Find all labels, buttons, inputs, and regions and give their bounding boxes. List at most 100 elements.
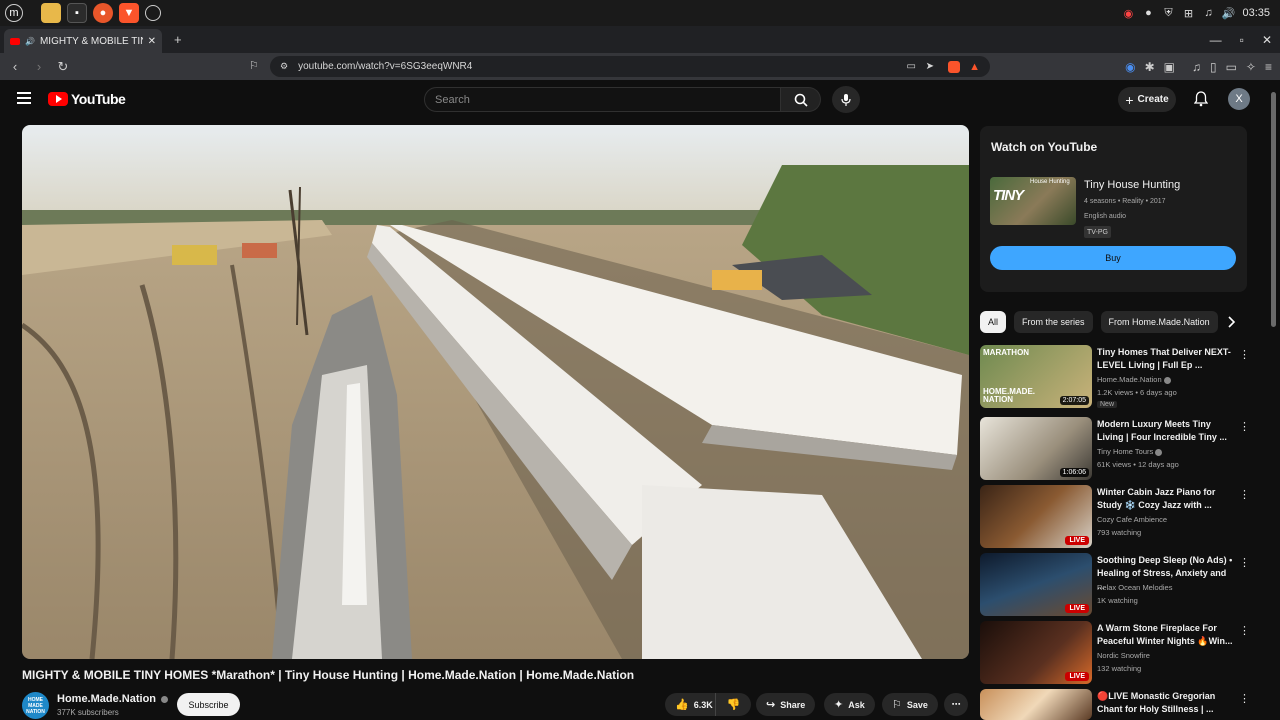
reload-icon[interactable]: ↻ bbox=[54, 58, 72, 76]
extensions-icon[interactable]: ✱ bbox=[1145, 60, 1155, 74]
close-tab-icon[interactable]: ✕ bbox=[148, 36, 156, 47]
video-thumbnail[interactable]: LIVE bbox=[980, 553, 1092, 616]
video-thumbnail[interactable]: 1:06:06 bbox=[980, 417, 1092, 480]
video-thumbnail[interactable]: LIVE bbox=[980, 621, 1092, 684]
firefox-icon[interactable]: ● bbox=[93, 3, 113, 23]
menu-icon[interactable]: ≡ bbox=[1265, 60, 1272, 74]
rec-channel[interactable]: Tiny Home Tours bbox=[1097, 447, 1163, 456]
live-badge: LIVE bbox=[1065, 604, 1089, 613]
more-vertical-icon[interactable]: ⋮ bbox=[1239, 556, 1250, 569]
clock[interactable]: 03:35 bbox=[1242, 7, 1270, 19]
list-item[interactable]: 1:06:06 Modern Luxury Meets Tiny Living … bbox=[980, 417, 1250, 480]
maximize-icon[interactable]: ▫ bbox=[1240, 33, 1244, 47]
account-avatar[interactable]: X bbox=[1228, 88, 1250, 110]
address-bar[interactable]: ⚙ youtube.com/watch?v=6SG3eeqWNR4 ▭ ➤ ▲ bbox=[270, 56, 990, 77]
save-label: Save bbox=[906, 699, 928, 710]
app-icon[interactable] bbox=[145, 5, 161, 21]
rec-title[interactable]: Winter Cabin Jazz Piano for Study ❄️ Coz… bbox=[1097, 486, 1235, 512]
brave-icon[interactable]: ▼ bbox=[119, 3, 139, 23]
save-button[interactable]: ⚐ Save bbox=[882, 693, 938, 716]
list-item[interactable]: LIVE A Warm Stone Fireplace For Peaceful… bbox=[980, 621, 1250, 684]
voice-search-button[interactable] bbox=[832, 86, 860, 113]
duration-badge: 1:06:06 bbox=[1059, 468, 1089, 477]
folder-icon[interactable] bbox=[41, 3, 61, 23]
audio-icon[interactable]: 🔊 bbox=[25, 37, 35, 46]
bookmark-icon[interactable]: ⚐ bbox=[249, 59, 259, 72]
more-vertical-icon[interactable]: ⋮ bbox=[1239, 692, 1250, 705]
rec-title[interactable]: A Warm Stone Fireplace For Peaceful Wint… bbox=[1097, 622, 1235, 648]
network-icon[interactable]: ⊞ bbox=[1182, 7, 1194, 20]
ask-button[interactable]: ✦ Ask bbox=[824, 693, 875, 716]
site-info-icon[interactable]: ⚙ bbox=[280, 61, 288, 72]
channel-name[interactable]: Home.Made.Nation bbox=[57, 693, 169, 705]
mint-menu-icon[interactable]: m bbox=[5, 4, 23, 22]
leo-icon[interactable]: ✧ bbox=[1246, 60, 1256, 74]
send-icon[interactable]: ➤ bbox=[926, 61, 934, 72]
rec-channel[interactable]: Cozy Cafe Ambience bbox=[1097, 515, 1167, 524]
terminal-icon[interactable]: ▪ bbox=[67, 3, 87, 23]
update-icon[interactable]: ◉ bbox=[1122, 7, 1134, 20]
verified-icon bbox=[1163, 376, 1171, 384]
sparkle-icon: ✦ bbox=[834, 699, 844, 711]
os-taskbar: m ▪ ● ▼ ◉ ● ⛨ ⊞ ♫ 🔊 03:35 bbox=[0, 0, 1280, 26]
show-title[interactable]: Tiny House Hunting bbox=[1084, 179, 1180, 191]
create-button[interactable]: + Create bbox=[1118, 87, 1176, 112]
minimize-icon[interactable]: — bbox=[1210, 33, 1222, 47]
search-button[interactable] bbox=[781, 87, 821, 112]
list-item[interactable]: 🔴LIVE Monastic Gregorian Chant for Holy … bbox=[980, 689, 1250, 720]
microphone-icon bbox=[841, 93, 851, 106]
youtube-logo[interactable]: YouTube bbox=[48, 91, 126, 107]
media-icon[interactable]: ♫ bbox=[1192, 60, 1201, 74]
screenshot-icon[interactable]: ▣ bbox=[1164, 60, 1175, 74]
more-vertical-icon[interactable]: ⋮ bbox=[1239, 420, 1250, 433]
back-icon[interactable]: ‹ bbox=[6, 58, 24, 76]
more-vertical-icon[interactable]: ⋮ bbox=[1239, 624, 1250, 637]
notifications-bell-icon[interactable] bbox=[1191, 89, 1211, 109]
rec-title[interactable]: Modern Luxury Meets Tiny Living | Four I… bbox=[1097, 418, 1235, 444]
video-player[interactable] bbox=[22, 125, 969, 659]
dislike-button[interactable]: 👎 bbox=[715, 693, 751, 716]
rec-channel[interactable]: Nordic Snowfire bbox=[1097, 651, 1150, 660]
forward-icon[interactable]: › bbox=[30, 58, 48, 76]
more-vertical-icon[interactable]: ⋮ bbox=[1239, 488, 1250, 501]
card-heading: Watch on YouTube bbox=[991, 140, 1098, 154]
like-button[interactable]: 👍 6.3K bbox=[665, 693, 715, 716]
subscribe-button[interactable]: Subscribe bbox=[177, 693, 240, 716]
sidebar-icon[interactable]: ▯ bbox=[1210, 60, 1217, 74]
list-item[interactable]: LIVE Soothing Deep Sleep (No Ads) • Heal… bbox=[980, 553, 1250, 616]
video-thumbnail[interactable]: MARATHON HOME.MADE. NATION 2:07:05 bbox=[980, 345, 1092, 408]
video-thumbnail[interactable]: LIVE bbox=[980, 485, 1092, 548]
cast-icon[interactable]: ▭ bbox=[907, 61, 916, 72]
rec-title[interactable]: 🔴LIVE Monastic Gregorian Chant for Holy … bbox=[1097, 690, 1235, 716]
share-button[interactable]: ↪ Share bbox=[756, 693, 816, 716]
profile-icon[interactable]: ◉ bbox=[1125, 60, 1135, 74]
close-window-icon[interactable]: ✕ bbox=[1262, 33, 1272, 47]
brave-rewards-icon[interactable]: ▲ bbox=[969, 61, 980, 73]
rec-channel[interactable]: Relax Ocean Melodies bbox=[1097, 583, 1172, 592]
buy-button[interactable]: Buy bbox=[990, 246, 1236, 270]
browser-tab[interactable]: 🔊 MIGHTY & MOBILE TINY HOMES ✕ bbox=[4, 29, 162, 53]
show-thumbnail[interactable]: TINY House Hunting bbox=[990, 177, 1076, 225]
brave-shields-icon[interactable] bbox=[948, 60, 960, 73]
channel-avatar[interactable]: HOME MADE NATION bbox=[22, 692, 49, 719]
chevron-right-icon[interactable] bbox=[1224, 314, 1240, 330]
more-vertical-icon[interactable]: ⋮ bbox=[1239, 348, 1250, 361]
chip-from-channel[interactable]: From Home.Made.Nation bbox=[1100, 311, 1218, 333]
volume-icon[interactable]: 🔊 bbox=[1222, 7, 1236, 20]
chip-all[interactable]: All bbox=[980, 311, 1007, 333]
search-input[interactable]: Search bbox=[424, 87, 781, 112]
rec-channel[interactable]: Home.Made.Nation bbox=[1097, 375, 1171, 384]
list-item[interactable]: LIVE Winter Cabin Jazz Piano for Study ❄… bbox=[980, 485, 1250, 548]
video-thumbnail[interactable] bbox=[980, 689, 1092, 720]
music-icon[interactable]: ♫ bbox=[1202, 7, 1214, 19]
guide-menu-icon[interactable] bbox=[17, 92, 31, 104]
shield-icon[interactable]: ⛨ bbox=[1162, 7, 1174, 19]
list-item[interactable]: MARATHON HOME.MADE. NATION 2:07:05 Tiny H… bbox=[980, 345, 1250, 408]
notification-icon[interactable]: ● bbox=[1142, 7, 1154, 19]
more-actions-button[interactable]: ⋯ bbox=[944, 693, 968, 716]
new-tab-icon[interactable]: + bbox=[174, 32, 182, 47]
rec-title[interactable]: Tiny Homes That Deliver NEXT-LEVEL Livin… bbox=[1097, 346, 1235, 372]
page-scrollbar[interactable] bbox=[1271, 92, 1276, 327]
wallet-icon[interactable]: ▭ bbox=[1226, 60, 1237, 74]
chip-from-series[interactable]: From the series bbox=[1014, 311, 1093, 333]
